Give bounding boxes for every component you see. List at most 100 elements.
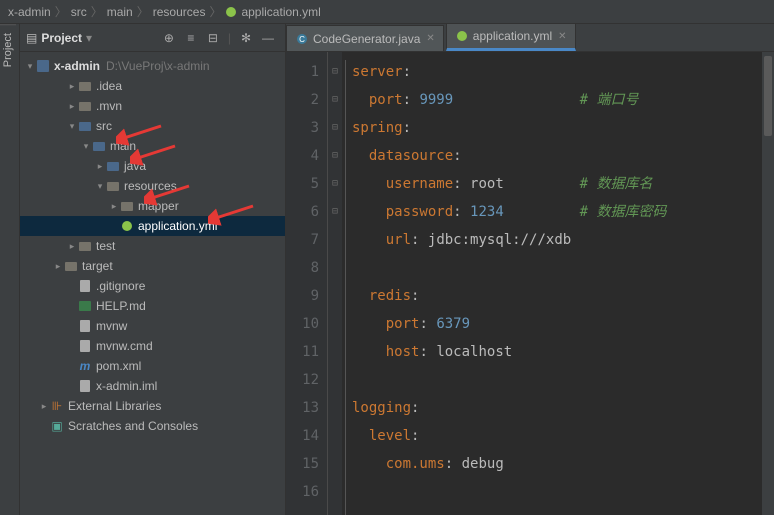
expand-all-icon[interactable]: ≡ [182, 29, 200, 47]
tree-node[interactable]: .gitignore [20, 276, 285, 296]
tree-arrow-icon[interactable]: ▸ [66, 101, 78, 112]
settings-icon[interactable]: ✻ [237, 29, 255, 47]
tree-arrow-icon[interactable]: ▸ [94, 161, 106, 172]
code-line[interactable]: username: root # 数据库名 [352, 170, 762, 198]
line-number[interactable]: 16 [286, 478, 319, 506]
line-number[interactable]: 9 [286, 282, 319, 310]
line-number[interactable]: 5 [286, 170, 319, 198]
folder-icon [106, 159, 120, 173]
tree-arrow-icon[interactable]: ▾ [94, 181, 106, 192]
code-line[interactable]: port: 6379 [352, 310, 762, 338]
tree-arrow-icon[interactable]: ▸ [108, 201, 120, 212]
yml-icon [455, 29, 469, 43]
collapse-all-icon[interactable]: ⊟ [204, 29, 222, 47]
code-line[interactable]: port: 9999 # 端口号 [352, 86, 762, 114]
code-line[interactable] [352, 254, 762, 282]
tree-node[interactable]: mpom.xml [20, 356, 285, 376]
code-line[interactable]: com.ums: debug [352, 450, 762, 478]
folder-icon [64, 259, 78, 273]
bc-sep: 〉 [137, 3, 149, 20]
line-number[interactable]: 2 [286, 86, 319, 114]
tree-node[interactable]: HELP.md [20, 296, 285, 316]
tree-arrow-icon[interactable]: ▸ [66, 241, 78, 252]
line-number[interactable]: 10 [286, 310, 319, 338]
line-number[interactable]: 15 [286, 450, 319, 478]
code-line[interactable]: spring: [352, 114, 762, 142]
project-tool-button[interactable]: Project [0, 24, 16, 75]
tree-root[interactable]: ▾ x-admin D:\VueProj\x-admin [20, 56, 285, 76]
fold-toggle-icon[interactable]: ⊟ [328, 142, 342, 170]
bc-item[interactable]: src [71, 5, 87, 19]
line-number-gutter[interactable]: 12345678910111213141516 [286, 52, 328, 515]
code-line[interactable] [352, 478, 762, 506]
fold-toggle-icon[interactable]: ⊟ [328, 86, 342, 114]
tree-node[interactable]: ▸.idea [20, 76, 285, 96]
project-tree[interactable]: ▾ x-admin D:\VueProj\x-admin ▸.idea▸.mvn… [20, 52, 285, 515]
code-line[interactable]: password: 1234 # 数据库密码 [352, 198, 762, 226]
dropdown-icon[interactable]: ▾ [86, 31, 92, 45]
tree-arrow-icon[interactable]: ▸ [66, 81, 78, 92]
tree-node[interactable]: mvnw [20, 316, 285, 336]
tree-label: .mvn [96, 99, 122, 113]
separator: | [228, 31, 231, 45]
fold-toggle-icon[interactable]: ⊟ [328, 58, 342, 86]
tree-node[interactable]: ▸target [20, 256, 285, 276]
hide-icon[interactable]: — [259, 29, 277, 47]
tree-node[interactable]: ▸⊪External Libraries [20, 396, 285, 416]
root-name: x-admin [54, 59, 100, 73]
tool-window-bar[interactable]: Project [0, 24, 20, 515]
code-content[interactable]: server: port: 9999 # 端口号spring: datasour… [342, 52, 762, 515]
line-number[interactable]: 11 [286, 338, 319, 366]
tree-node[interactable]: ▸ .mvn [20, 96, 285, 116]
line-number[interactable]: 14 [286, 422, 319, 450]
line-number[interactable]: 4 [286, 142, 319, 170]
line-number[interactable]: 3 [286, 114, 319, 142]
code-line[interactable] [352, 366, 762, 394]
fold-toggle-icon[interactable]: ⊟ [328, 198, 342, 226]
vertical-scrollbar[interactable] [762, 52, 774, 515]
folder-icon [78, 79, 92, 93]
line-number[interactable]: 12 [286, 366, 319, 394]
tree-node[interactable]: ▸test [20, 236, 285, 256]
code-line[interactable]: host: localhost [352, 338, 762, 366]
code-line[interactable]: datasource: [352, 142, 762, 170]
breadcrumb[interactable]: x-admin〉 src〉 main〉 resources〉 applicati… [0, 0, 774, 24]
select-opened-icon[interactable]: ⊕ [160, 29, 178, 47]
bc-item[interactable]: application.yml [241, 5, 320, 19]
project-title[interactable]: Project [41, 31, 82, 45]
tree-node[interactable]: x-admin.iml [20, 376, 285, 396]
line-number[interactable]: 6 [286, 198, 319, 226]
fold-toggle-icon[interactable]: ⊟ [328, 114, 342, 142]
code-line[interactable]: level: [352, 422, 762, 450]
tree-arrow-icon[interactable]: ▸ [52, 261, 64, 272]
tree-label: x-admin.iml [96, 379, 157, 393]
tree-node[interactable]: mvnw.cmd [20, 336, 285, 356]
code-area[interactable]: 12345678910111213141516 ⊟⊟⊟⊟⊟⊟ server: p… [286, 52, 774, 515]
line-number[interactable]: 1 [286, 58, 319, 86]
editor-tabs[interactable]: CCodeGenerator.java✕application.yml✕ [286, 24, 774, 52]
tree-arrow-icon[interactable]: ▸ [38, 401, 50, 412]
bc-item[interactable]: resources [153, 5, 206, 19]
bc-item[interactable]: x-admin [8, 5, 51, 19]
tree-arrow-icon[interactable]: ▾ [66, 121, 78, 132]
chevron-down-icon[interactable]: ▾ [24, 61, 36, 72]
code-line[interactable]: redis: [352, 282, 762, 310]
close-icon[interactable]: ✕ [558, 31, 566, 42]
line-number[interactable]: 7 [286, 226, 319, 254]
close-icon[interactable]: ✕ [426, 33, 434, 44]
line-number[interactable]: 13 [286, 394, 319, 422]
fold-gutter[interactable]: ⊟⊟⊟⊟⊟⊟ [328, 52, 342, 515]
project-sidebar: ▤ Project ▾ ⊕ ≡ ⊟ | ✻ — ▾ x-admin D:\Vue… [20, 24, 286, 515]
line-number[interactable]: 8 [286, 254, 319, 282]
tree-label: src [96, 119, 112, 133]
tree-arrow-icon[interactable]: ▾ [80, 141, 92, 152]
editor-tab[interactable]: CCodeGenerator.java✕ [286, 25, 444, 51]
tree-node[interactable]: ▣Scratches and Consoles [20, 416, 285, 436]
code-line[interactable]: server: [352, 58, 762, 86]
code-line[interactable]: logging: [352, 394, 762, 422]
fold-toggle-icon[interactable]: ⊟ [328, 170, 342, 198]
code-line[interactable]: url: jdbc:mysql:///xdb [352, 226, 762, 254]
scrollbar-thumb[interactable] [764, 56, 772, 136]
editor-tab[interactable]: application.yml✕ [446, 23, 576, 51]
bc-item[interactable]: main [107, 5, 133, 19]
